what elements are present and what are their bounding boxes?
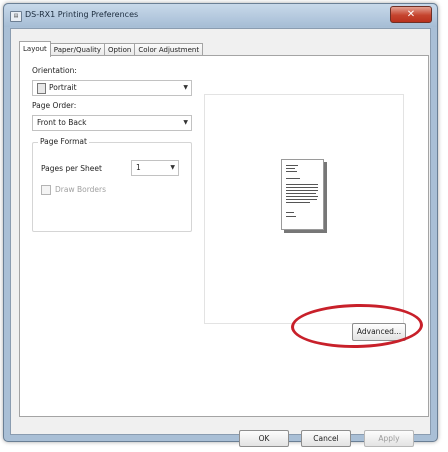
apply-button[interactable]: Apply — [364, 430, 414, 447]
orientation-label: Orientation: — [32, 66, 77, 75]
window-title: DS-RX1 Printing Preferences — [25, 10, 139, 19]
layout-preview — [204, 94, 404, 324]
pages-per-sheet-label: Pages per Sheet — [41, 164, 102, 173]
cancel-button[interactable]: Cancel — [301, 430, 351, 447]
page-format-title: Page Format — [38, 137, 89, 146]
tab-layout[interactable]: Layout — [19, 41, 51, 57]
portrait-page-icon — [37, 83, 46, 94]
orientation-select[interactable]: Portrait ▼ — [32, 80, 192, 96]
page-order-value: Front to Back — [37, 118, 87, 127]
page-order-select[interactable]: Front to Back ▼ — [32, 115, 192, 131]
printing-preferences-dialog: ▤ DS-RX1 Printing Preferences ✕ Layout P… — [3, 3, 438, 447]
layout-tab-panel: Orientation: Portrait ▼ Page Order: Fron… — [19, 55, 429, 417]
chevron-down-icon: ▼ — [170, 164, 175, 171]
dialog-client-area: Layout Paper/Quality Option Color Adjust… — [10, 28, 431, 447]
close-button[interactable]: ✕ — [390, 6, 432, 23]
draw-borders-label: Draw Borders — [55, 185, 107, 194]
orientation-value: Portrait — [49, 83, 77, 92]
draw-borders-checkbox[interactable] — [41, 185, 51, 195]
chevron-down-icon: ▼ — [183, 119, 188, 126]
title-bar: ▤ DS-RX1 Printing Preferences ✕ — [4, 4, 437, 27]
page-format-group: Page Format Pages per Sheet 1 ▼ Draw Bor… — [32, 137, 192, 232]
page-order-label: Page Order: — [32, 101, 77, 110]
chevron-down-icon: ▼ — [183, 84, 188, 91]
printer-icon: ▤ — [10, 11, 22, 22]
pages-per-sheet-value: 1 — [136, 163, 141, 172]
tab-strip: Layout Paper/Quality Option Color Adjust… — [19, 41, 204, 57]
pages-per-sheet-select[interactable]: 1 ▼ — [131, 160, 179, 176]
preview-page — [281, 159, 324, 230]
ok-button[interactable]: OK — [239, 430, 289, 447]
